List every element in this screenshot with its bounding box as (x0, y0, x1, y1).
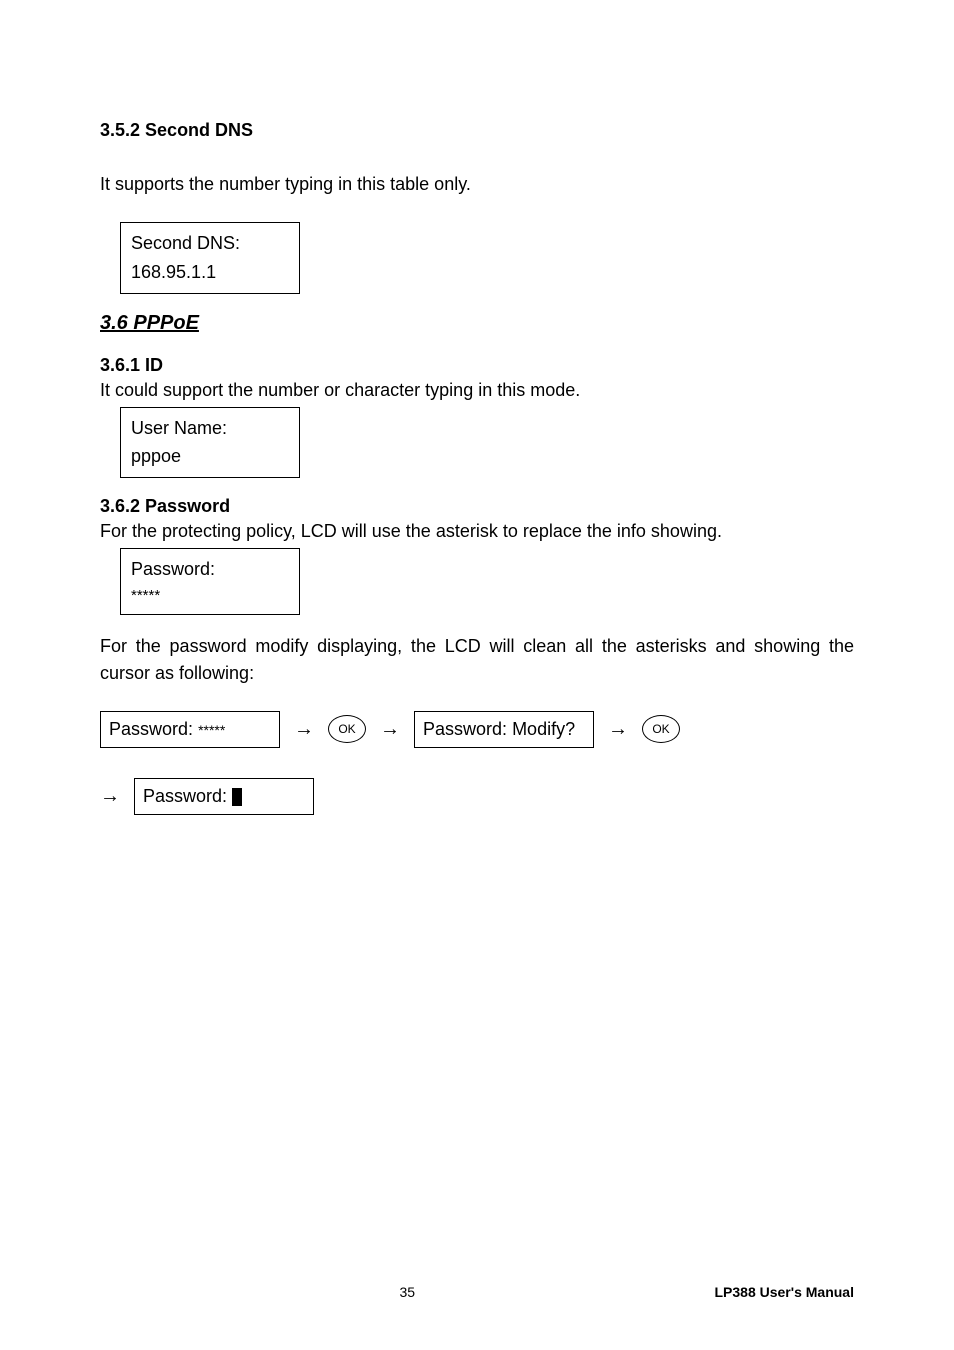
body-3-6-2-a: For the protecting policy, LCD will use … (100, 521, 854, 542)
lcd-password-step2: Password: Modify? (414, 711, 594, 748)
lcd-password-masked: Password: ***** (120, 548, 300, 615)
heading-3-6-2: 3.6.2 Password (100, 496, 854, 517)
body-3-6-1: It could support the number or character… (100, 380, 854, 401)
arrow-right-icon: → (294, 718, 314, 741)
arrow-right-icon: → (100, 785, 120, 808)
lcd-line: Password: (143, 786, 227, 806)
cursor-icon (232, 788, 242, 806)
password-modify-flow-row2: → Password: (100, 778, 854, 815)
lcd-line (232, 786, 242, 806)
lcd-line: Modify? (512, 719, 575, 739)
lcd-line: Password: (131, 555, 289, 584)
lcd-user-name: User Name: pppoe (120, 407, 300, 479)
page-footer: 35 LP388 User's Manual (0, 1284, 954, 1300)
lcd-password-step3: Password: (134, 778, 314, 815)
title-3-6: 3.6 PPPoE (100, 312, 854, 335)
page-number: 35 (399, 1284, 415, 1300)
arrow-right-icon: → (380, 718, 400, 741)
lcd-line: User Name: (131, 414, 289, 443)
lcd-password-step1: Password: ***** (100, 711, 280, 748)
lcd-line: pppoe (131, 442, 289, 471)
lcd-line: Second DNS: (131, 229, 289, 258)
heading-3-5-2: 3.5.2 Second DNS (100, 120, 854, 141)
lcd-line: ***** (198, 722, 225, 738)
doc-title: LP388 User's Manual (714, 1284, 854, 1300)
heading-3-6-1: 3.6.1 ID (100, 355, 854, 376)
lcd-line: Password: (423, 719, 507, 739)
body-3-5-2: It supports the number typing in this ta… (100, 171, 854, 198)
lcd-line: ***** (131, 584, 289, 608)
lcd-line: 168.95.1.1 (131, 258, 289, 287)
ok-button-icon: OK (328, 715, 366, 743)
body-3-6-2-b: For the password modify displaying, the … (100, 633, 854, 687)
lcd-line: Password: (109, 719, 193, 739)
password-modify-flow-row1: Password: ***** → OK → Password: Modify?… (100, 711, 854, 748)
lcd-second-dns: Second DNS: 168.95.1.1 (120, 222, 300, 294)
ok-button-icon: OK (642, 715, 680, 743)
arrow-right-icon: → (608, 718, 628, 741)
